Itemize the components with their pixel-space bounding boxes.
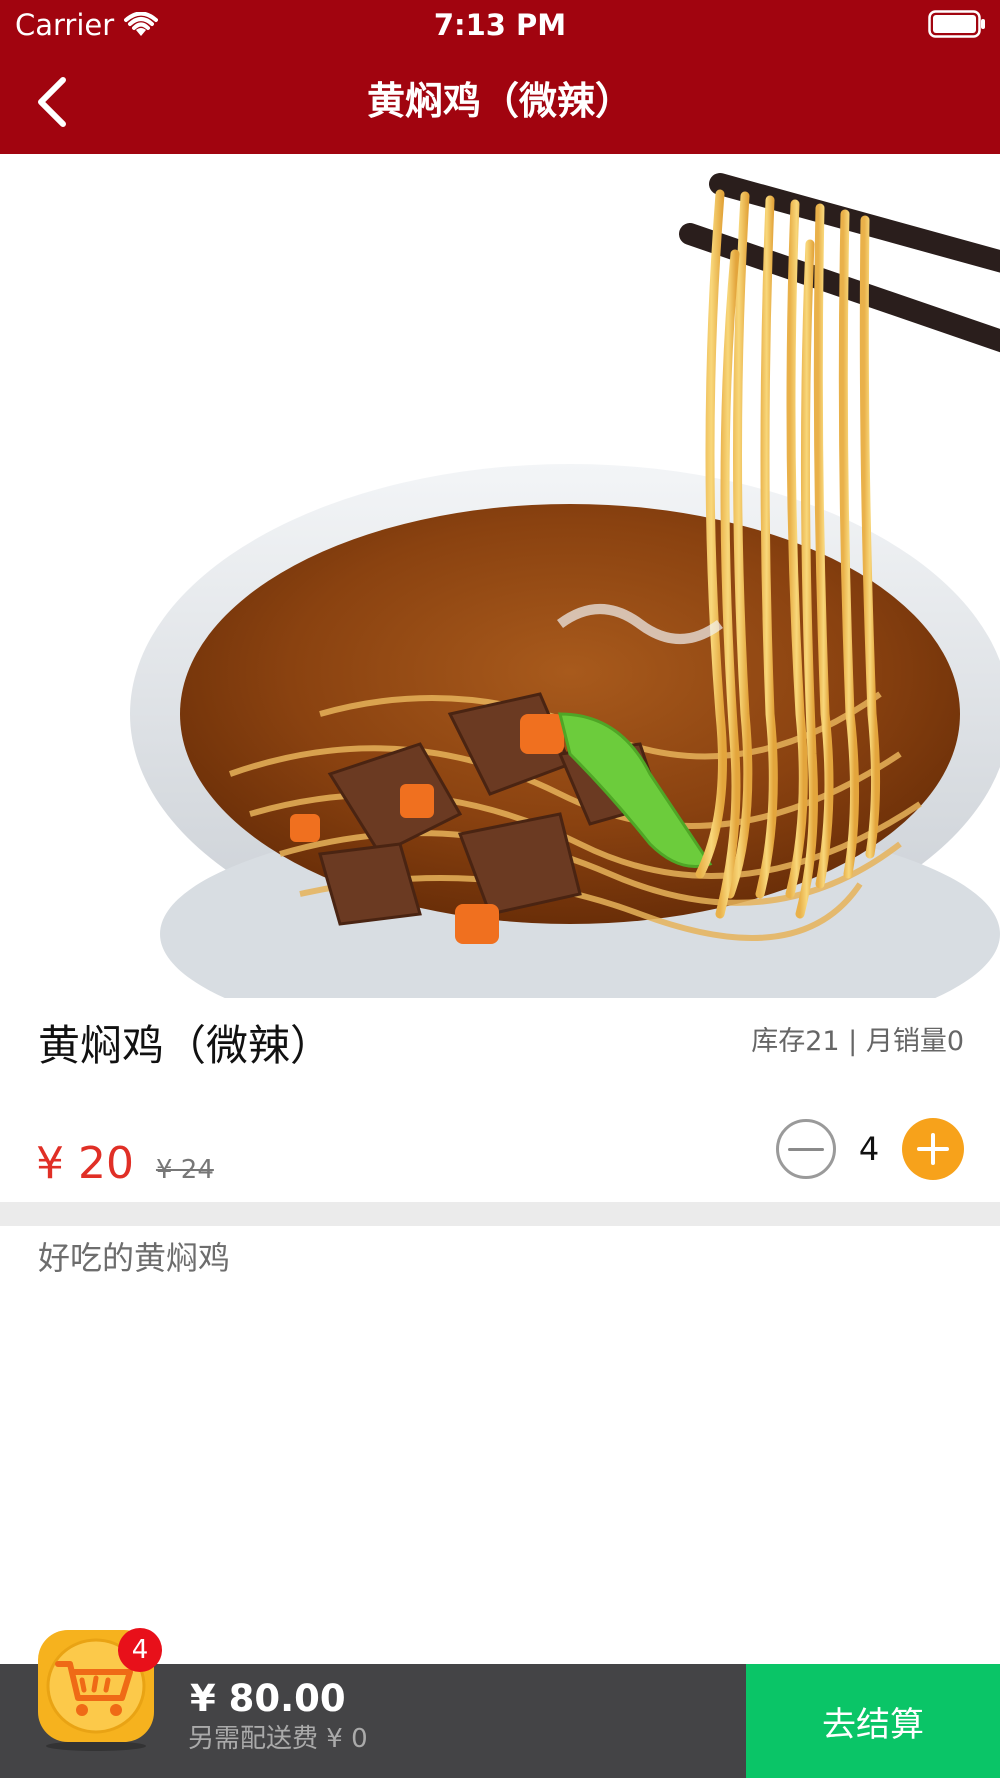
status-time: 7:13 PM (433, 8, 567, 42)
product-info: 黄焖鸡（微辣） 库存21 | 月销量0 ¥ 20 ¥ 24 4 (0, 998, 1000, 1202)
original-price: ¥ 24 (155, 1155, 214, 1185)
minus-icon (788, 1147, 824, 1151)
price-row: ¥ 20 ¥ 24 (36, 1138, 214, 1190)
quantity-value: 4 (858, 1130, 880, 1168)
decrease-quantity-button[interactable] (776, 1119, 836, 1179)
product-image (0, 154, 1000, 998)
back-button[interactable] (22, 72, 82, 132)
status-bar: Carrier 7:13 PM (0, 0, 1000, 50)
delivery-fee: 另需配送费 ¥ 0 (188, 1724, 368, 1754)
increase-quantity-button[interactable] (902, 1118, 964, 1180)
stock-sales-info: 库存21 | 月销量0 (751, 1026, 964, 1057)
battery-icon (928, 10, 985, 38)
cart-total: ¥ 80.00 (190, 1677, 346, 1720)
section-divider (0, 1202, 1000, 1226)
header: Carrier 7:13 PM 黄焖鸡（微辣） (0, 0, 1000, 154)
checkout-button[interactable]: 去结算 (746, 1664, 1000, 1778)
page-title: 黄焖鸡（微辣） (366, 79, 633, 123)
quantity-stepper: 4 (776, 1118, 964, 1180)
nav-bar: 黄焖鸡（微辣） (0, 50, 1000, 154)
product-name: 黄焖鸡（微辣） (38, 1021, 333, 1070)
cart-count-badge: 4 (118, 1628, 162, 1672)
plus-icon (917, 1133, 949, 1165)
product-description: 好吃的黄焖鸡 (38, 1239, 231, 1277)
current-price: ¥ 20 (36, 1138, 134, 1189)
back-arrow-icon (38, 77, 66, 127)
noodle-bowl-image (0, 154, 1000, 998)
